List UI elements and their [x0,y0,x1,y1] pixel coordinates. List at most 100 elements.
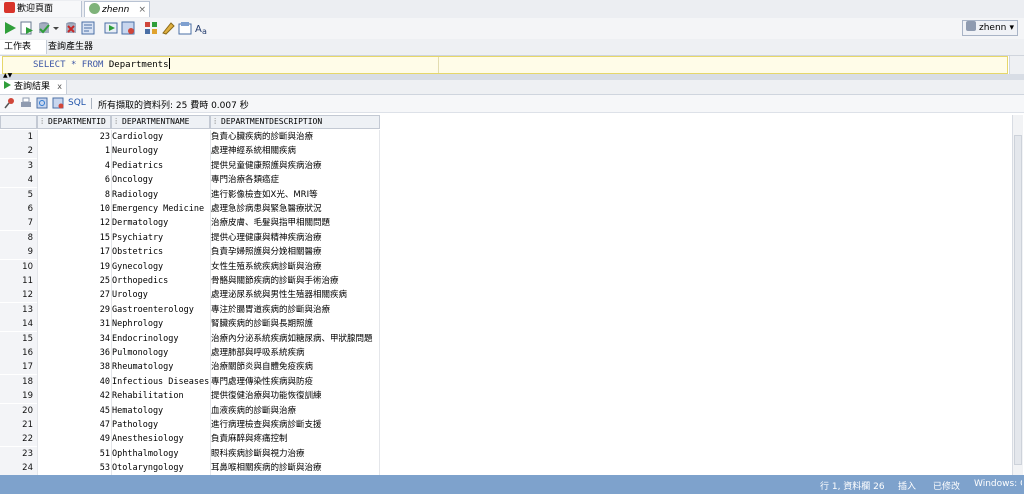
cell-departmentname[interactable]: Otolaryngology [112,461,210,475]
cell-departmentdescription[interactable]: 提供復健治療與功能恢復訓練 [211,389,379,403]
cell-departmentdescription[interactable]: 進行影像檢查如X光、MRI等 [211,188,379,202]
table-row[interactable]: 2 1 Neurology 處理神經系統相關疾病 [0,144,380,159]
run-statement-icon[interactable] [3,21,17,35]
cell-departmentdescription[interactable]: 處理急診病患與緊急醫療狀況 [211,202,379,216]
cell-departmentdescription[interactable]: 骨骼與關節疾病的診斷與手術治療 [211,274,379,288]
cell-departmentid[interactable]: 29 [38,303,110,317]
table-row[interactable]: 24 53 Otolaryngology 耳鼻喉相關疾病的診斷與治療 [0,461,380,475]
cell-departmentname[interactable]: Cardiology [112,130,210,144]
close-result-tab-icon[interactable]: x [57,80,62,94]
cell-departmentname[interactable]: Rheumatology [112,360,210,374]
refresh-icon[interactable] [36,97,48,109]
sql-tuning-icon[interactable] [121,21,135,35]
table-row[interactable]: 20 45 Hematology 血液疾病的診斷與治療 [0,403,380,418]
cell-departmentid[interactable]: 17 [38,245,110,259]
table-row[interactable]: 17 38 Rheumatology 治療關節炎與自體免疫疾病 [0,360,380,375]
rollback-icon[interactable] [64,21,78,35]
autotrace-icon[interactable] [104,21,118,35]
tab-worksheet[interactable]: 工作表 [0,40,47,54]
cell-departmentdescription[interactable]: 治療關節炎與自體免疫疾病 [211,360,379,374]
cell-departmentid[interactable]: 31 [38,317,110,331]
cell-departmentdescription[interactable]: 專注於腸胃道疾病的診斷與治療 [211,303,379,317]
dropdown-arrow-icon[interactable] [52,21,60,35]
cell-departmentname[interactable]: Pulmonology [112,346,210,360]
cell-departmentid[interactable]: 47 [38,418,110,432]
cell-departmentid[interactable]: 4 [38,159,110,173]
cell-departmentname[interactable]: Neurology [112,144,210,158]
cell-departmentid[interactable]: 19 [38,260,110,274]
cell-departmentid[interactable]: 8 [38,188,110,202]
cell-departmentid[interactable]: 1 [38,144,110,158]
cell-departmentdescription[interactable]: 專門治療各類癌症 [211,173,379,187]
print-icon[interactable] [20,97,32,109]
cell-departmentid[interactable]: 38 [38,360,110,374]
cell-departmentname[interactable]: Ophthalmology [112,447,210,461]
cell-departmentdescription[interactable]: 治療皮膚、毛髮與指甲相關問題 [211,216,379,230]
cell-departmentname[interactable]: Pediatrics [112,159,210,173]
grid-vertical-scrollbar[interactable] [1012,115,1023,475]
cell-departmentname[interactable]: Oncology [112,173,210,187]
cell-departmentname[interactable]: Psychiatry [112,231,210,245]
tab-query-result[interactable]: 查詢結果 x [0,80,67,94]
cell-departmentdescription[interactable]: 處理肺部與呼吸系統疾病 [211,346,379,360]
table-row[interactable]: 14 31 Nephrology 腎臟疾病的診斷與長期照護 [0,317,380,332]
cell-departmentdescription[interactable]: 提供兒童健康照護與疾病治療 [211,159,379,173]
cell-departmentname[interactable]: Hematology [112,404,210,418]
cell-departmentname[interactable]: Urology [112,288,210,302]
cell-departmentdescription[interactable]: 提供心理健康與精神疾病治療 [211,231,379,245]
sql-editor[interactable]: SELECT * FROM Departments [2,56,1008,74]
close-tab-icon[interactable]: × [138,2,146,18]
cell-departmentname[interactable]: Endocrinology [112,332,210,346]
cell-departmentid[interactable]: 49 [38,432,110,446]
cell-departmentdescription[interactable]: 負責孕婦照護與分娩相關醫療 [211,245,379,259]
cell-departmentname[interactable]: Obstetrics [112,245,210,259]
table-row[interactable]: 13 29 Gastroenterology 專注於腸胃道疾病的診斷與治療 [0,302,380,317]
cell-departmentdescription[interactable]: 進行病理檢查與疾病診斷支援 [211,418,379,432]
cell-departmentid[interactable]: 27 [38,288,110,302]
cell-departmentdescription[interactable]: 負責麻醉與疼痛控制 [211,432,379,446]
clear-icon[interactable] [161,21,175,35]
table-row[interactable]: 5 8 Radiology 進行影像檢查如X光、MRI等 [0,187,380,202]
cell-departmentid[interactable]: 45 [38,404,110,418]
cell-departmentname[interactable]: Orthopedics [112,274,210,288]
cell-departmentdescription[interactable]: 腎臟疾病的診斷與長期照護 [211,317,379,331]
table-row[interactable]: 1 23 Cardiology 負責心臟疾病的診斷與治療 [0,130,380,144]
tab-welcome-page[interactable]: 歡迎頁面 [0,1,82,17]
cell-departmentname[interactable]: Gastroenterology [112,303,210,317]
table-row[interactable]: 8 15 Psychiatry 提供心理健康與精神疾病治療 [0,230,380,245]
table-row[interactable]: 9 17 Obstetrics 負責孕婦照護與分娩相關醫療 [0,245,380,260]
cell-departmentname[interactable]: Rehabilitation [112,389,210,403]
run-script-icon[interactable] [20,21,34,35]
column-header-departmentid[interactable]: ⁞ DEPARTMENTID [37,115,111,129]
cell-departmentname[interactable]: Emergency Medicine [112,202,210,216]
cell-departmentdescription[interactable]: 負責心臟疾病的診斷與治療 [211,130,379,144]
table-row[interactable]: 10 19 Gynecology 女性生殖系統疾病診斷與治療 [0,259,380,274]
cell-departmentname[interactable]: Radiology [112,188,210,202]
table-row[interactable]: 23 51 Ophthalmology 眼科疾病診斷與視力治療 [0,446,380,461]
cell-departmentid[interactable]: 40 [38,375,110,389]
collapse-up-icon[interactable]: ▲▼ [3,72,12,79]
cell-departmentid[interactable]: 15 [38,231,110,245]
cell-departmentdescription[interactable]: 眼科疾病診斷與視力治療 [211,447,379,461]
cell-departmentname[interactable]: Gynecology [112,260,210,274]
cell-departmentid[interactable]: 36 [38,346,110,360]
table-row[interactable]: 4 6 Oncology 專門治療各類癌症 [0,173,380,188]
cell-departmentid[interactable]: 34 [38,332,110,346]
pin-icon[interactable] [4,97,16,109]
cell-departmentdescription[interactable]: 血液疾病的診斷與治療 [211,404,379,418]
table-row[interactable]: 6 10 Emergency Medicine 處理急診病患與緊急醫療狀況 [0,202,380,216]
cell-departmentdescription[interactable]: 治療內分泌系統疾病如糖尿病、甲狀腺問題 [211,332,379,346]
cell-departmentid[interactable]: 12 [38,216,110,230]
table-row[interactable]: 18 40 Infectious Diseases 專門處理傳染性疾病與防疫 [0,374,380,389]
explain-plan-icon[interactable] [81,21,95,35]
cell-departmentid[interactable]: 51 [38,447,110,461]
table-row[interactable]: 12 27 Urology 處理泌尿系統與男性生殖器相關疾病 [0,288,380,303]
cell-departmentdescription[interactable]: 處理神經系統相關疾病 [211,144,379,158]
cell-departmentdescription[interactable]: 耳鼻喉相關疾病的診斷與治療 [211,461,379,475]
cell-departmentid[interactable]: 53 [38,461,110,475]
cell-departmentname[interactable]: Dermatology [112,216,210,230]
cell-departmentname[interactable]: Pathology [112,418,210,432]
history-icon[interactable] [144,21,158,35]
tab-query-builder[interactable]: 查詢產生器 [44,40,97,54]
editor-scrollbar[interactable] [1009,56,1024,74]
